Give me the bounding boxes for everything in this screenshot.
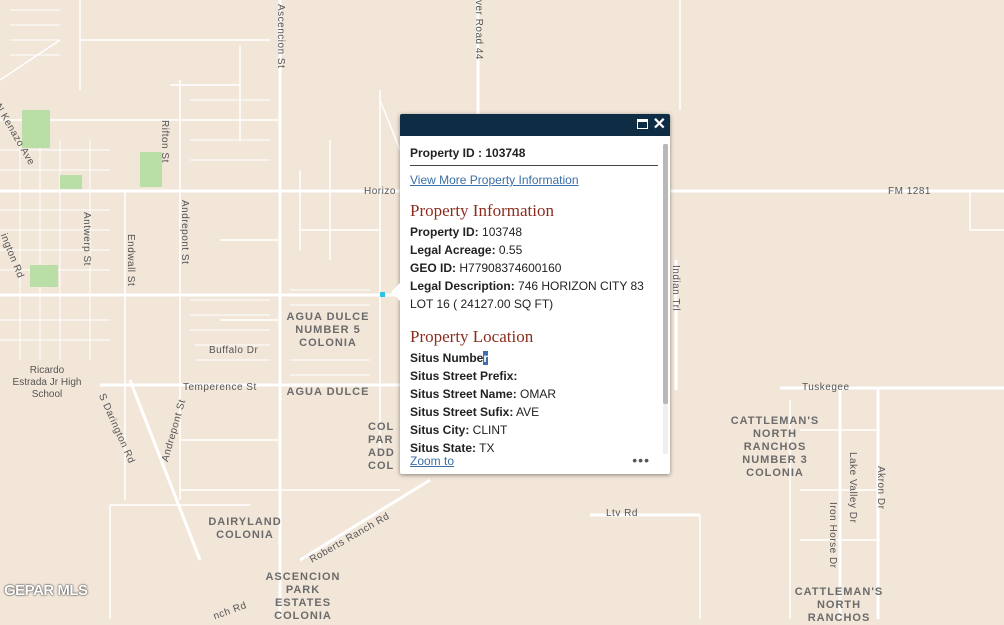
field-situs-city: Situs City: CLINT bbox=[410, 423, 508, 437]
selected-parcel-marker[interactable] bbox=[380, 292, 385, 297]
road-label-buffalo: Buffalo Dr bbox=[209, 345, 259, 356]
zoom-to-link[interactable]: Zoom to bbox=[410, 454, 454, 468]
area-label-cattleman-north: CATTLEMAN'S NORTH RANCHOS bbox=[794, 586, 884, 624]
scroll-thumb[interactable] bbox=[663, 144, 668, 404]
property-information-heading: Property Information bbox=[410, 201, 554, 220]
field-situs-street-sufix: Situs Street Sufix: AVE bbox=[410, 405, 540, 419]
popup-body[interactable]: Property ID : 103748 View More Property … bbox=[410, 146, 660, 456]
road-label-indian: Indian Trl bbox=[670, 265, 681, 312]
more-options-icon[interactable]: ••• bbox=[632, 452, 650, 468]
road-label-tuskegee: Tuskegee bbox=[802, 382, 850, 393]
area-label-ascencion-park: ASCENCION PARK ESTATES COLONIA bbox=[265, 571, 341, 622]
road-label-ascencion-st: Ascencion St bbox=[275, 4, 286, 69]
popup-scrollbar[interactable] bbox=[663, 144, 668, 454]
view-more-link[interactable]: View More Property Information bbox=[410, 173, 660, 187]
road-label-ltv: Ltv Rd bbox=[606, 508, 638, 519]
area-label-dairyland: DAIRYLAND COLONIA bbox=[208, 516, 282, 541]
field-legal-acreage: Legal Acreage: 0.55 bbox=[410, 243, 523, 257]
property-popup: ✕ Property ID : 103748 View More Propert… bbox=[391, 114, 670, 474]
area-label-school: Ricardo Estrada Jr High School bbox=[12, 365, 82, 400]
road-label-river-road: ver Road 44 bbox=[473, 0, 484, 60]
area-label-agua-dulce-5: AGUA DULCE NUMBER 5 COLONIA bbox=[286, 311, 370, 349]
road-label-fm1281: FM 1281 bbox=[888, 186, 931, 197]
area-label-cattleman-3: CATTLEMAN'S NORTH RANCHOS NUMBER 3 COLON… bbox=[730, 415, 820, 479]
popup-title: Property ID : 103748 bbox=[410, 146, 658, 166]
road-label-endwall: Endwall St bbox=[125, 234, 136, 287]
field-situs-number: Situs Number bbox=[410, 351, 489, 365]
field-geo-id: GEO ID: H77908374600160 bbox=[410, 261, 562, 275]
field-property-id: Property ID: 103748 bbox=[410, 225, 523, 239]
close-icon[interactable]: ✕ bbox=[653, 116, 666, 134]
road-label-horizon: Horizo bbox=[364, 186, 396, 197]
road-label-akron: Akron Dr bbox=[875, 466, 886, 510]
road-label-temperence: Temperence St bbox=[183, 382, 257, 393]
road-label-iron-horse: Iron Horse Dr bbox=[827, 502, 838, 569]
field-situs-street-prefix: Situs Street Prefix: bbox=[410, 369, 518, 383]
maximize-icon[interactable] bbox=[637, 119, 648, 129]
field-situs-street-name: Situs Street Name: OMAR bbox=[410, 387, 557, 401]
popup-header: ✕ bbox=[400, 114, 670, 136]
popup-pointer bbox=[391, 282, 401, 302]
area-label-agua-dulce: AGUA DULCE bbox=[286, 386, 370, 398]
field-legal-description: Legal Description: 746 HORIZON CITY 83 L… bbox=[410, 279, 644, 311]
road-label-lake-valley: Lake Valley Dr bbox=[847, 452, 858, 524]
road-label-rifton: Rifton St bbox=[159, 120, 170, 163]
road-label-antwerp: Antwerp St bbox=[81, 212, 92, 266]
property-location-heading: Property Location bbox=[410, 327, 534, 346]
road-label-andrepont: Andrepont St bbox=[179, 200, 190, 265]
watermark: GEPAR MLS bbox=[4, 582, 88, 599]
selected-text: r bbox=[483, 351, 489, 365]
